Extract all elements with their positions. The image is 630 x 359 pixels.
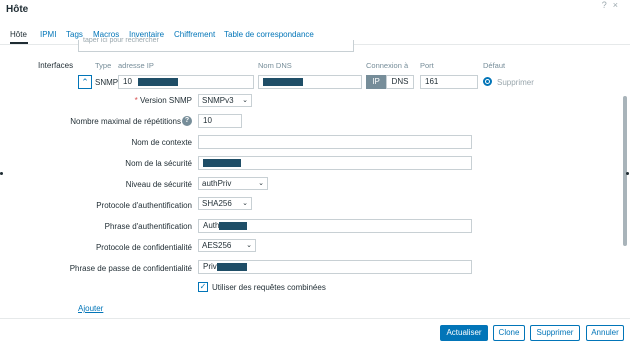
tab-ipmi[interactable]: IPMI <box>40 30 56 39</box>
bulk-requests-label: Utiliser des requêtes combinées <box>212 283 326 292</box>
priv-passphrase-label: Phrase de passe de confidentialité <box>69 264 192 273</box>
help-icon[interactable]: ? <box>182 116 192 126</box>
ip-address-input[interactable]: 10 <box>118 75 254 89</box>
groups-search-input[interactable]: taper ici pour rechercher <box>78 37 354 52</box>
redacted-block <box>138 77 179 86</box>
tab-value-mapping[interactable]: Table de correspondance <box>224 30 314 39</box>
dialog-header-icons: ?× <box>602 0 624 10</box>
close-icon[interactable]: × <box>613 0 624 10</box>
dns-name-input[interactable] <box>258 75 362 89</box>
footer-divider <box>0 318 630 319</box>
chevron-down-icon: ⌄ <box>246 242 252 249</box>
interface-type: SNMP <box>95 78 119 87</box>
tab-encryption[interactable]: Chiffrement <box>174 30 215 39</box>
col-connect: Connexion à <box>366 61 409 70</box>
interfaces-label: Interfaces <box>38 61 74 70</box>
tab-tags[interactable]: Tags <box>66 30 83 39</box>
priv-passphrase-input[interactable]: Priv <box>198 260 472 274</box>
chevron-down-icon: ⌄ <box>258 180 264 187</box>
redacted-block <box>263 77 303 86</box>
collapse-interface-button[interactable]: ⌃ <box>78 75 92 89</box>
search-placeholder: taper ici pour rechercher <box>83 37 159 44</box>
redacted-block <box>216 262 247 271</box>
bulk-requests-checkbox[interactable]: ✓ <box>198 282 208 292</box>
col-default: Défaut <box>483 61 506 70</box>
redacted-block <box>219 221 248 230</box>
resize-handle-right[interactable] <box>626 172 629 175</box>
ip-address-value: 10 <box>123 77 132 86</box>
auth-protocol-label: Protocole d'authentification <box>96 201 192 210</box>
auth-protocol-select[interactable]: SHA256 ⌄ <box>198 197 252 210</box>
priv-protocol-label: Protocole de confidentialité <box>95 243 192 252</box>
chevron-down-icon: ⌄ <box>242 200 248 207</box>
max-repetitions-input[interactable]: 10 <box>198 114 242 128</box>
remove-interface-link[interactable]: Supprimer <box>497 78 534 87</box>
clone-button[interactable]: Clone <box>493 325 525 341</box>
add-interface-link[interactable]: Ajouter <box>78 304 103 313</box>
max-repetitions-label: Nombre maximal de répétitions <box>70 117 181 126</box>
connect-ip-button[interactable]: IP <box>366 75 386 89</box>
snmp-version-select[interactable]: SNMPv3 ⌄ <box>198 94 252 107</box>
auth-passphrase-label: Phrase d'authentification <box>104 222 192 231</box>
security-name-label: Nom de la sécurité <box>125 159 192 168</box>
tab-host[interactable]: Hôte <box>10 30 27 39</box>
scrollbar-thumb[interactable] <box>623 96 627 246</box>
auth-passphrase-input[interactable]: Auth <box>198 219 472 233</box>
chevron-up-icon: ⌃ <box>81 77 89 87</box>
default-interface-radio[interactable] <box>483 77 492 86</box>
redacted-block <box>203 158 241 167</box>
col-ip: adresse IP <box>118 61 154 70</box>
col-type: Type <box>95 61 112 70</box>
security-name-input[interactable] <box>198 156 472 170</box>
help-icon[interactable]: ? <box>602 0 613 10</box>
context-name-label: Nom de contexte <box>131 138 192 147</box>
update-button[interactable]: Actualiser <box>440 325 488 341</box>
delete-button[interactable]: Supprimer <box>530 325 580 341</box>
cancel-button[interactable]: Annuler <box>586 325 624 341</box>
priv-protocol-select[interactable]: AES256 ⌄ <box>198 239 256 252</box>
col-port: Port <box>420 61 434 70</box>
checkmark-icon: ✓ <box>199 282 207 291</box>
dialog-title: Hôte <box>6 4 29 15</box>
security-level-select[interactable]: authPriv ⌄ <box>198 177 268 190</box>
col-dns: Nom DNS <box>258 61 292 70</box>
connect-dns-button[interactable]: DNS <box>386 75 414 89</box>
active-tab-indicator <box>10 42 28 44</box>
resize-handle-left[interactable] <box>0 172 3 175</box>
security-level-label: Niveau de sécurité <box>125 180 192 189</box>
snmp-version-label: * Version SNMP <box>134 96 192 105</box>
chevron-down-icon: ⌄ <box>242 97 248 104</box>
context-name-input[interactable] <box>198 135 472 149</box>
port-input[interactable]: 161 <box>420 75 478 89</box>
